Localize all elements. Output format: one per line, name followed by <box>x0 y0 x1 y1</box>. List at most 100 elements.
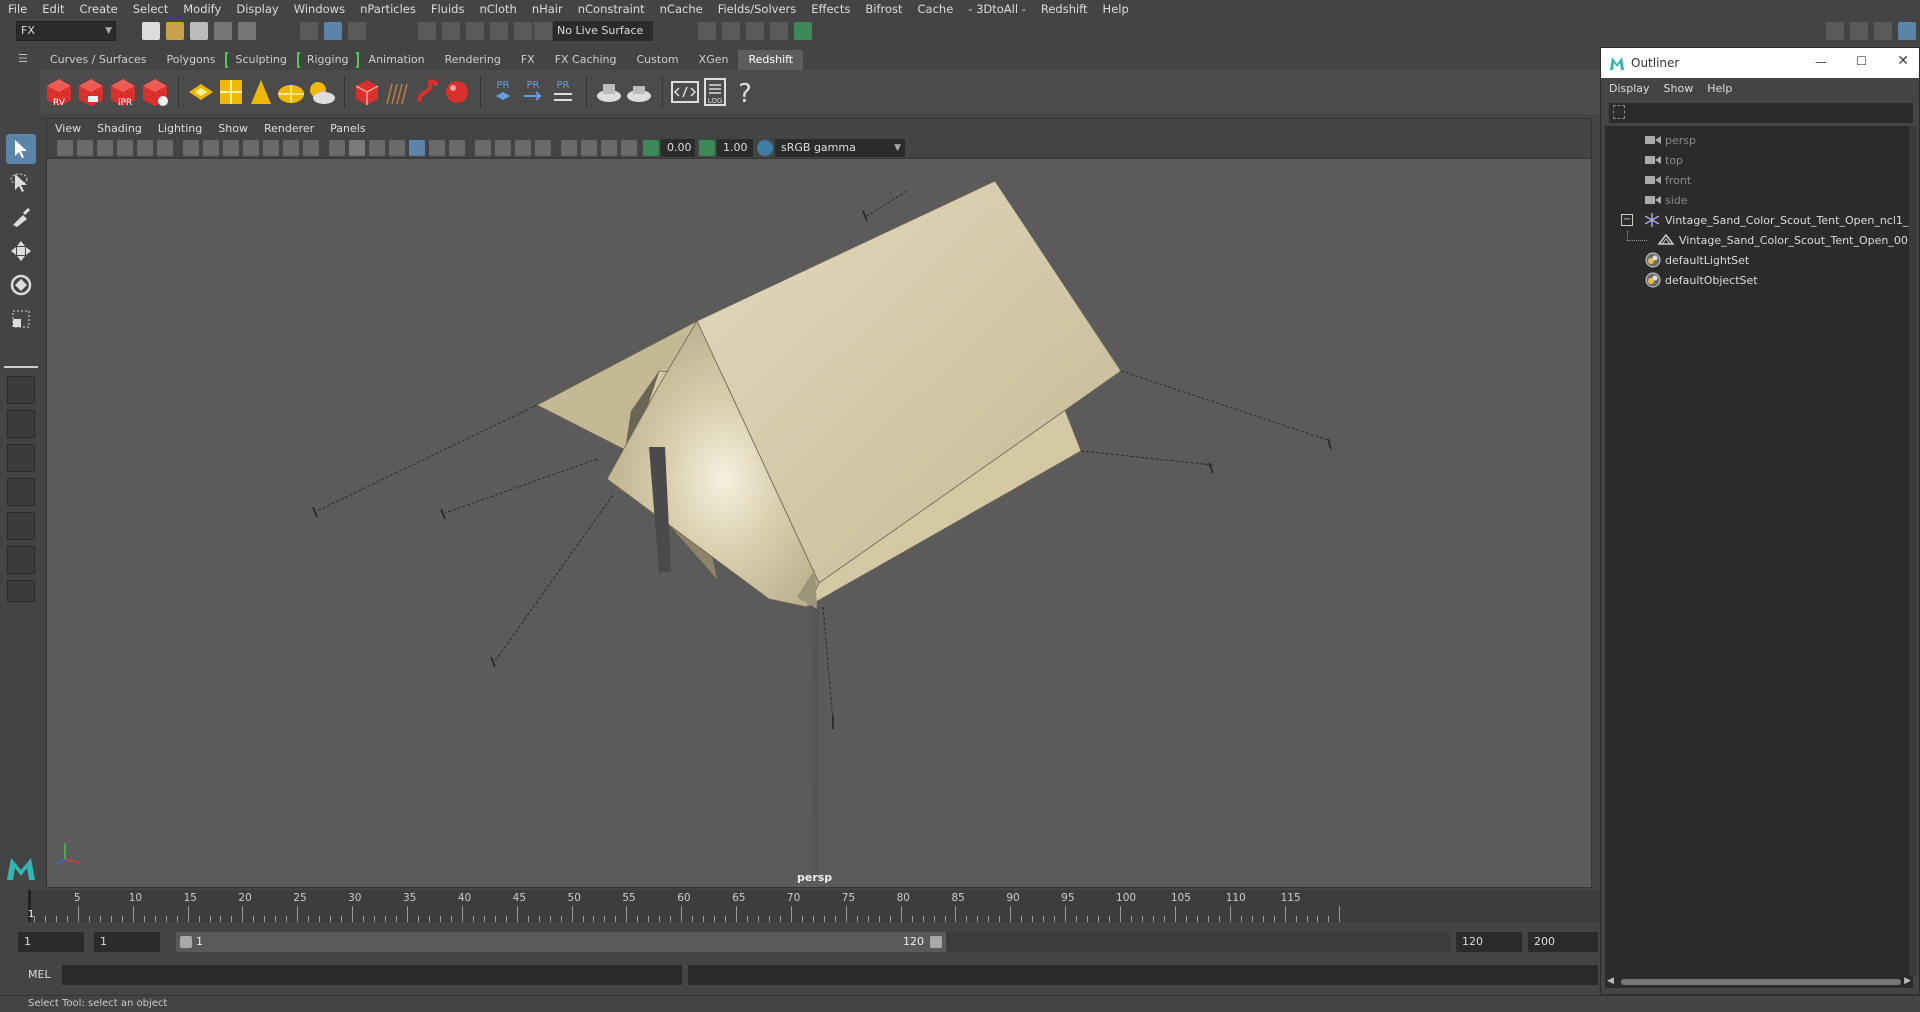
range-end-handle[interactable] <box>930 936 942 948</box>
minimize-icon[interactable]: — <box>1815 55 1827 69</box>
panel-menu-lighting[interactable]: Lighting <box>158 122 202 135</box>
tab-redshift[interactable]: Redshift <box>738 50 804 70</box>
exposure-toggle-icon[interactable] <box>643 140 659 156</box>
xray-icon[interactable] <box>561 140 577 156</box>
outliner-item-top[interactable]: top <box>1645 150 1683 170</box>
move-tool-button[interactable] <box>6 236 36 266</box>
render-view-icon[interactable] <box>794 22 812 40</box>
animation-end-field[interactable]: 200 <box>1528 932 1598 952</box>
range-slider[interactable]: 1 120 <box>176 932 946 952</box>
select-tool-button[interactable] <box>6 134 36 164</box>
redshift-ipr-icon[interactable]: IPR <box>108 76 138 108</box>
gate-mask-icon[interactable] <box>243 140 259 156</box>
snap-curve-icon[interactable] <box>442 22 460 40</box>
menu-nconstraint[interactable]: nConstraint <box>578 2 645 16</box>
bookmark-icon[interactable] <box>97 140 113 156</box>
menu-bifrost[interactable]: Bifrost <box>865 2 902 16</box>
grease-pencil-icon[interactable] <box>157 140 173 156</box>
attribute-editor-icon[interactable] <box>1850 22 1868 40</box>
paint-select-tool-button[interactable] <box>6 202 36 232</box>
menu-redshift[interactable]: Redshift <box>1041 2 1088 16</box>
hypershade-icon[interactable] <box>770 22 788 40</box>
scroll-left-icon[interactable]: ◀ <box>1607 976 1614 986</box>
shelf-menu-icon[interactable]: ☰ <box>18 52 32 66</box>
tab-curves-surfaces[interactable]: Curves / Surfaces <box>40 50 157 70</box>
outliner-search-input[interactable] <box>1609 103 1913 123</box>
isolate-select-icon[interactable] <box>535 140 551 156</box>
render-frame-icon[interactable] <box>698 22 716 40</box>
save-scene-icon[interactable] <box>190 22 208 40</box>
menu-cache[interactable]: Cache <box>918 2 954 16</box>
redshift-material-icon[interactable] <box>442 76 472 108</box>
menu-select[interactable]: Select <box>133 2 168 16</box>
snap-point-icon[interactable] <box>466 22 484 40</box>
menu-ncache[interactable]: nCache <box>660 2 703 16</box>
playback-end-field[interactable]: 120 <box>1456 932 1522 952</box>
menu-fluids[interactable]: Fluids <box>431 2 465 16</box>
outliner-item-side[interactable]: side <box>1645 190 1688 210</box>
menu-ncloth[interactable]: nCloth <box>479 2 516 16</box>
menu-modify[interactable]: Modify <box>183 2 221 16</box>
exposure-field[interactable]: 0.00 <box>661 139 695 157</box>
outliner-item-tent-mesh[interactable]: Vintage_Sand_Color_Scout_Tent_Open_001 <box>1627 230 1915 250</box>
redshift-settings-icon[interactable] <box>140 76 170 108</box>
select-object-icon[interactable] <box>324 22 342 40</box>
pr-swap-icon[interactable]: PR <box>548 76 578 108</box>
menu-windows[interactable]: Windows <box>294 2 345 16</box>
snap-view-icon[interactable] <box>490 22 508 40</box>
tab-custom[interactable]: Custom <box>627 50 689 70</box>
panel-menu-view[interactable]: View <box>55 122 81 135</box>
film-gate-icon[interactable] <box>203 140 219 156</box>
camera-select-icon[interactable] <box>57 140 73 156</box>
undo-icon[interactable] <box>214 22 232 40</box>
outliner-item-default-light-set[interactable]: defaultLightSet <box>1645 250 1749 270</box>
layout-options-button[interactable] <box>7 580 35 602</box>
tool-settings-icon[interactable] <box>1874 22 1892 40</box>
range-start-handle[interactable] <box>180 936 192 948</box>
two-pane-side-layout-button[interactable] <box>7 444 35 472</box>
safe-title-icon[interactable] <box>303 140 319 156</box>
redshift-volume-icon[interactable] <box>412 76 442 108</box>
motion-blur-icon[interactable] <box>475 140 491 156</box>
view-transform-select[interactable]: sRGB gamma ▼ <box>775 139 905 157</box>
outliner-vertical-scrollbar[interactable] <box>1909 126 1917 976</box>
color-management-icon[interactable] <box>757 140 773 156</box>
ipr-render-icon[interactable] <box>722 22 740 40</box>
tab-fx[interactable]: FX <box>511 50 545 70</box>
menu-nhair[interactable]: nHair <box>532 2 563 16</box>
backface-culling-icon[interactable] <box>621 140 637 156</box>
scene-canvas[interactable] <box>47 159 1591 887</box>
default-material-icon[interactable] <box>369 140 385 156</box>
gamma-field[interactable]: 1.00 <box>717 139 753 157</box>
command-input[interactable] <box>62 965 682 985</box>
outliner-item-front[interactable]: front <box>1645 170 1691 190</box>
panel-menu-panels[interactable]: Panels <box>330 122 365 135</box>
outliner-persp-layout-button[interactable] <box>7 512 35 540</box>
2d-pan-zoom-icon[interactable] <box>137 140 153 156</box>
outliner-item-persp[interactable]: persp <box>1645 130 1696 150</box>
menu-set-select[interactable]: FX ▼ <box>16 21 116 41</box>
panel-menu-renderer[interactable]: Renderer <box>264 122 314 135</box>
tab-fx-caching[interactable]: FX Caching <box>545 50 627 70</box>
close-icon[interactable]: ✕ <box>1897 53 1909 69</box>
redshift-proxy-icon[interactable] <box>352 76 382 108</box>
lasso-tool-button[interactable] <box>6 168 36 198</box>
outliner-item-default-object-set[interactable]: defaultObjectSet <box>1645 270 1758 290</box>
outliner-title-bar[interactable]: Outliner — ☐ ✕ <box>1601 48 1919 78</box>
redshift-batch-render-icon[interactable] <box>76 76 106 108</box>
four-pane-layout-button[interactable] <box>7 410 35 438</box>
menu-help[interactable]: Help <box>1103 2 1129 16</box>
anti-aliasing-icon[interactable] <box>495 140 511 156</box>
playback-start-field[interactable]: 1 <box>94 932 160 952</box>
scroll-right-icon[interactable]: ▶ <box>1904 976 1911 986</box>
outliner-tree[interactable]: persp top front side − Vintage_Sand_Colo… <box>1605 126 1915 976</box>
rotate-tool-button[interactable] <box>6 270 36 300</box>
depth-of-field-icon[interactable] <box>515 140 531 156</box>
textured-icon[interactable] <box>389 140 405 156</box>
menu-display[interactable]: Display <box>236 2 278 16</box>
snap-pivot-icon[interactable] <box>534 22 552 40</box>
panel-menu-shading[interactable]: Shading <box>97 122 142 135</box>
bake-set-icon[interactable] <box>624 76 654 108</box>
outliner-item-tent-group[interactable]: − Vintage_Sand_Color_Scout_Tent_Open_ncl… <box>1621 210 1915 230</box>
menu-edit[interactable]: Edit <box>42 2 64 16</box>
